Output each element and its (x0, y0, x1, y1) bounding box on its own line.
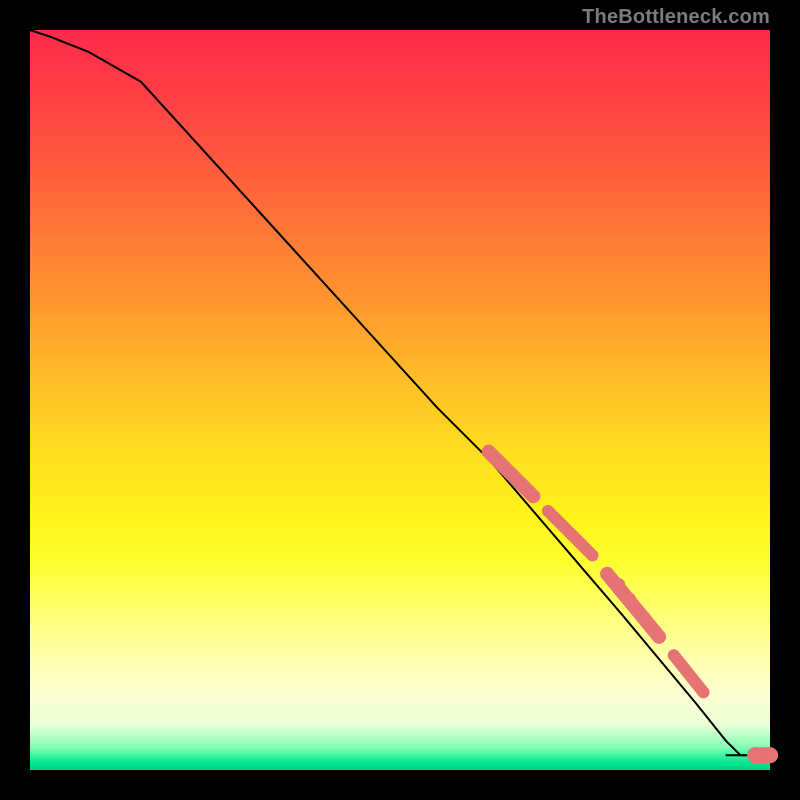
data-dot (600, 567, 614, 581)
data-dot (526, 489, 540, 503)
data-dot (683, 668, 695, 680)
data-dot (586, 549, 598, 561)
data-dot (504, 467, 518, 481)
data-dot (762, 747, 778, 763)
data-dot (515, 478, 529, 492)
data-dot (493, 456, 507, 470)
data-dot (482, 445, 496, 459)
data-dot (622, 593, 636, 607)
plot-area (30, 30, 770, 770)
data-dot (747, 747, 763, 763)
attribution-text: TheBottleneck.com (582, 6, 770, 29)
data-dot (637, 611, 651, 625)
data-dot (564, 527, 576, 539)
data-dot (542, 505, 554, 517)
curve-line (30, 30, 770, 755)
chart-stage: TheBottleneck.com (0, 0, 800, 800)
chart-svg (30, 30, 770, 770)
data-dot (575, 538, 587, 550)
data-dot (553, 516, 565, 528)
data-dot (697, 686, 709, 698)
dot-layer (482, 445, 778, 763)
data-dot (611, 578, 625, 592)
data-dot (668, 649, 680, 661)
data-dot (652, 630, 666, 644)
